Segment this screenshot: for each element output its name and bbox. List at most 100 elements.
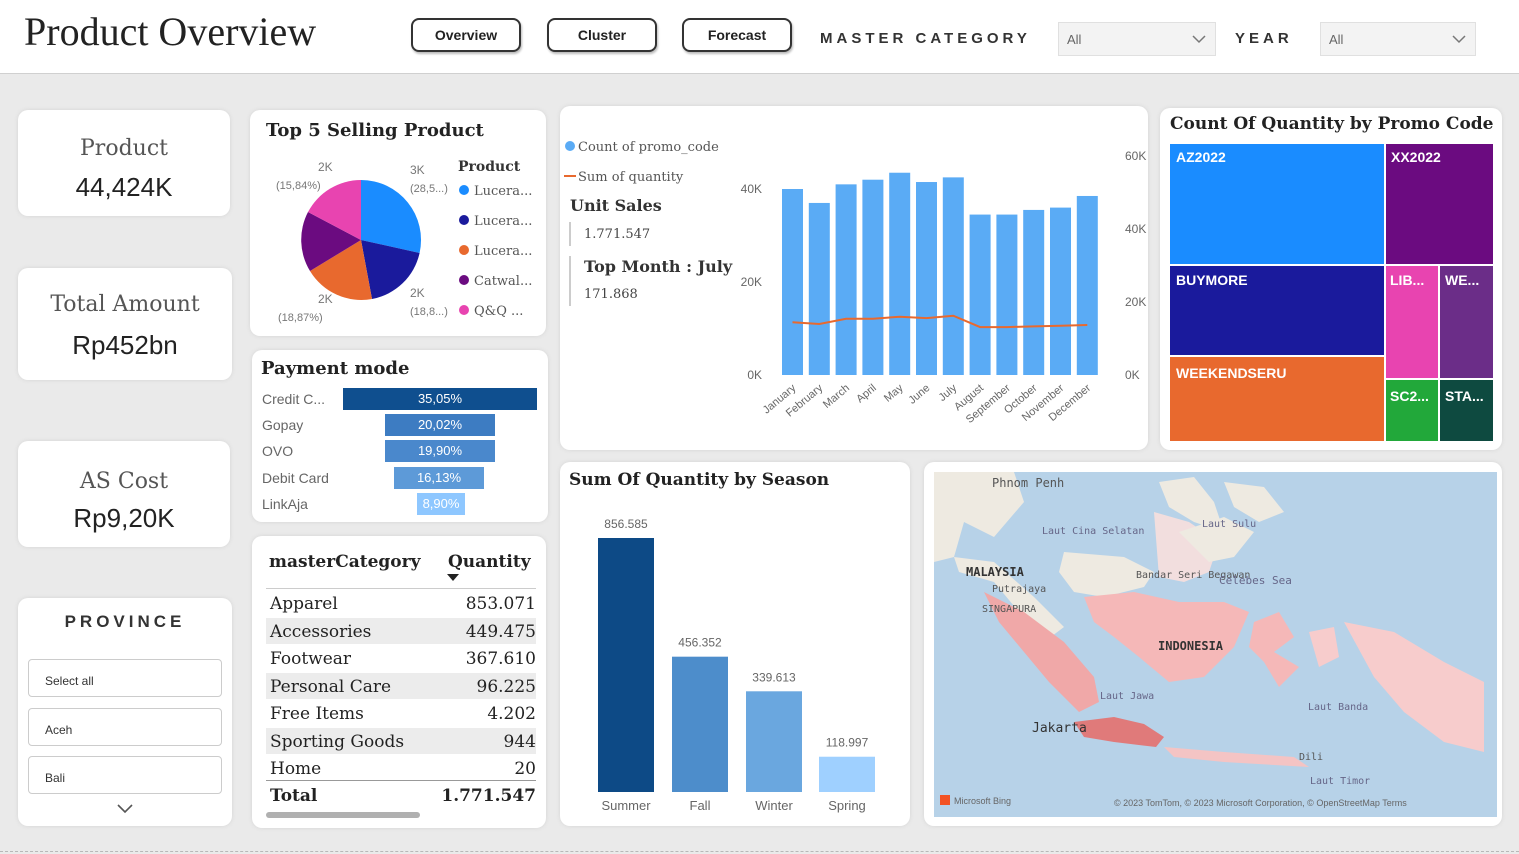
y-tick-left: 40K <box>741 182 762 196</box>
kpi-amount-label: Total Amount <box>50 292 200 317</box>
nav-forecast-button[interactable]: Forecast <box>682 18 792 52</box>
legend-dot <box>459 185 469 195</box>
row-quantity: 367.610 <box>465 649 536 669</box>
map-attribution[interactable]: © 2023 TomTom, © 2023 Microsoft Corporat… <box>1114 798 1407 808</box>
header-bar: Product Overview Overview Cluster Foreca… <box>0 0 1519 74</box>
y-tick-right: 40K <box>1125 222 1146 236</box>
nav-cluster-button[interactable]: Cluster <box>547 18 657 52</box>
payment-bar: 16,13% <box>394 467 484 489</box>
table-row[interactable]: Accessories 449.475 <box>266 617 536 644</box>
treemap-tile-weekendseru[interactable]: WEEKENDSERU <box>1170 357 1384 441</box>
pie-legend-title: Product <box>458 159 521 175</box>
table-total-row: Total 1.771.547 <box>266 782 536 808</box>
month-bar[interactable] <box>1050 207 1071 375</box>
map-bing-label: Microsoft Bing <box>954 796 1011 806</box>
month-bar[interactable] <box>889 172 911 375</box>
legend-count-label[interactable]: Count of promo_code <box>578 140 719 155</box>
month-bar[interactable] <box>942 177 964 375</box>
map-label: INDONESIA <box>1158 639 1224 653</box>
season-bar[interactable] <box>819 756 875 792</box>
season-bar[interactable] <box>746 691 802 792</box>
payment-label: Debit Card <box>262 470 329 486</box>
table-row[interactable]: Home 20 <box>266 755 536 781</box>
row-quantity: 4.202 <box>487 704 536 724</box>
payment-title: Payment mode <box>261 358 410 379</box>
province-slicer: PROVINCE Select all Aceh Bali <box>18 598 232 826</box>
payment-label: LinkAja <box>262 496 308 512</box>
promo-treemap-card: Count Of Quantity by Promo Code AZ2022 X… <box>1160 108 1502 450</box>
payment-row[interactable]: Gopay 20,02% <box>262 414 542 438</box>
map-label: Jakarta <box>1032 721 1087 736</box>
season-bar[interactable] <box>672 656 728 792</box>
table-row[interactable]: Free Items 4.202 <box>266 700 536 726</box>
season-value-label: 118.997 <box>826 736 869 750</box>
row-category: Free Items <box>270 704 364 724</box>
payment-label: Credit C... <box>262 391 326 407</box>
province-option-bali[interactable]: Bali <box>28 756 222 794</box>
unit-sales-value: 1.771.547 <box>584 227 650 242</box>
year-label: YEAR <box>1235 30 1293 47</box>
master-category-label: MASTER CATEGORY <box>820 30 1031 47</box>
treemap-tile-az2022[interactable]: AZ2022 <box>1170 144 1384 264</box>
indonesia-map[interactable]: Phnom Penh Laut Cina Selatan Laut Sulu M… <box>924 462 1502 826</box>
season-bar[interactable] <box>598 538 654 792</box>
month-bar[interactable] <box>969 214 991 375</box>
legend-dot <box>459 305 469 315</box>
province-option-aceh[interactable]: Aceh <box>28 708 222 746</box>
payment-label: Gopay <box>262 417 304 433</box>
month-bar[interactable] <box>835 184 857 375</box>
table-header-category[interactable]: masterCategory <box>269 552 420 572</box>
treemap-tile-lib[interactable]: LIB... <box>1386 266 1438 378</box>
map-label: Laut Cina Selatan <box>1042 526 1144 537</box>
treemap-tile-buymore[interactable]: BUYMORE <box>1170 266 1384 355</box>
treemap-label: BUYMORE <box>1176 272 1248 288</box>
month-bar[interactable] <box>1023 209 1045 375</box>
pie-label: (28,5...) <box>410 183 448 195</box>
treemap-tile-xx2022[interactable]: XX2022 <box>1386 144 1493 264</box>
province-option-select-all[interactable]: Select all <box>28 659 222 697</box>
legend-sum-label[interactable]: Sum of quantity <box>578 170 684 185</box>
x-tick-label: June <box>906 382 932 407</box>
month-bar[interactable] <box>996 214 1018 375</box>
master-category-value: All <box>1067 32 1082 47</box>
pie-legend-item[interactable]: Catwal... <box>474 274 532 289</box>
treemap-tile-sc2[interactable]: SC2... <box>1386 380 1438 441</box>
treemap-tile-sta[interactable]: STA... <box>1440 380 1493 441</box>
legend-count-dot <box>565 141 575 151</box>
payment-row[interactable]: Debit Card 16,13% <box>262 467 542 491</box>
month-bar[interactable] <box>782 189 803 375</box>
map-card: Phnom Penh Laut Cina Selatan Laut Sulu M… <box>924 462 1502 826</box>
table-row[interactable]: Sporting Goods 944 <box>266 727 536 754</box>
year-select[interactable]: All <box>1320 22 1476 56</box>
payment-row[interactable]: Credit C... 35,05% <box>262 388 542 412</box>
payment-row[interactable]: LinkAja 8,90% <box>262 493 542 517</box>
pie-legend-item[interactable]: Q&Q ... <box>474 304 523 319</box>
month-bar[interactable] <box>1076 195 1098 375</box>
pie-legend-item[interactable]: Lucera... <box>474 244 532 259</box>
table-row[interactable]: Apparel 853.071 <box>266 590 536 616</box>
scroll-down-icon[interactable] <box>116 802 134 814</box>
row-category: Home <box>270 759 322 779</box>
y-tick-left: 0K <box>747 368 762 382</box>
category-table: masterCategory Quantity Apparel 853.071 Ac… <box>252 536 546 828</box>
pie-legend-item[interactable]: Lucera... <box>474 184 532 199</box>
pie-legend-item[interactable]: Lucera... <box>474 214 532 229</box>
table-header-quantity[interactable]: Quantity <box>448 552 531 572</box>
payment-bar: 19,90% <box>385 440 495 462</box>
nav-overview-button[interactable]: Overview <box>411 18 521 52</box>
pie-label: (15,84%) <box>276 180 321 192</box>
bing-logo-icon <box>940 795 950 805</box>
kpi-product-value: 44,424K <box>75 172 173 202</box>
month-bar[interactable] <box>916 182 937 375</box>
payment-row[interactable]: OVO 19,90% <box>262 440 542 464</box>
table-scrollbar[interactable] <box>266 812 420 818</box>
table-row[interactable]: Personal Care 96.225 <box>266 672 536 699</box>
treemap-tile-we[interactable]: WE... <box>1440 266 1493 378</box>
x-tick-label: May <box>882 382 906 405</box>
master-category-select[interactable]: All <box>1058 22 1216 56</box>
season-value-label: 856.585 <box>604 517 648 531</box>
month-bar[interactable] <box>862 179 884 375</box>
table-row[interactable]: Footwear 367.610 <box>266 645 536 671</box>
row-quantity: 449.475 <box>465 621 536 642</box>
month-bar[interactable] <box>808 202 830 375</box>
